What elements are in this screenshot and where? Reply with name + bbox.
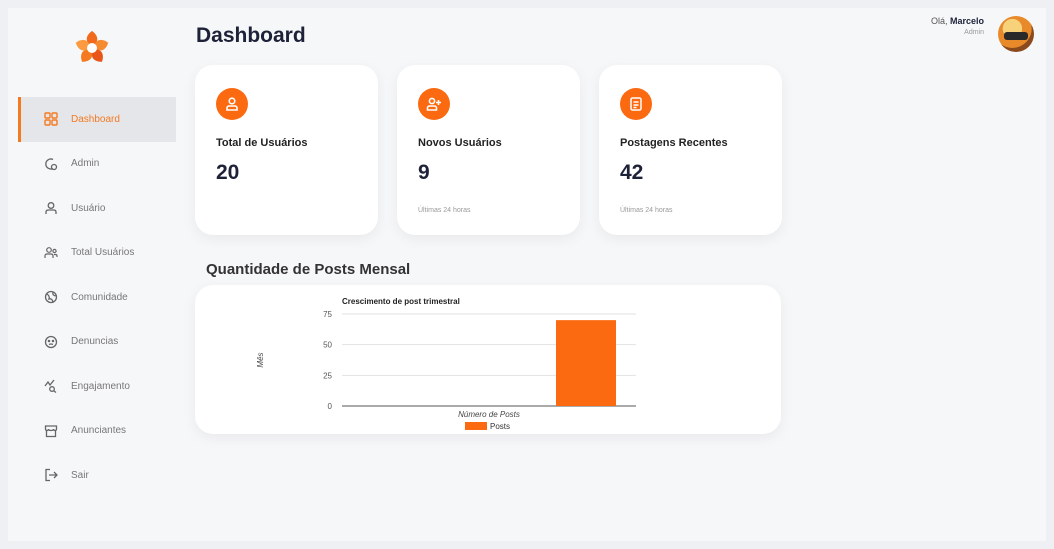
y-tick-label: 25: [323, 371, 332, 380]
user-icon: [216, 88, 248, 120]
section-title: Quantidade de Posts Mensal: [206, 261, 411, 278]
sidebar-nav: Dashboard Admin Usuário Total Usuários C…: [18, 97, 176, 498]
store-icon: [44, 424, 58, 438]
post-icon: [620, 88, 652, 120]
chart-bar: [556, 320, 616, 406]
user-add-icon: [418, 88, 450, 120]
sidebar-item-label: Dashboard: [71, 113, 120, 125]
sidebar-item-label: Admin: [71, 158, 100, 170]
sidebar-item-label: Sair: [71, 469, 89, 481]
card-title: Total de Usuários: [216, 137, 308, 149]
user-role: Admin: [964, 29, 984, 36]
user-profile[interactable]: Olá, Marcelo Admin: [931, 16, 1034, 52]
card-value: 20: [216, 161, 240, 184]
sidebar-item-label: Comunidade: [71, 291, 128, 303]
sidebar-item-denuncias[interactable]: Denuncias: [18, 320, 176, 365]
posts-chart: Crescimento de post trimestral 75 50 25 0 Mês…: [256, 297, 636, 431]
sidebar: Dashboard Admin Usuário Total Usuários C…: [8, 8, 176, 541]
y-tick-label: 75: [323, 310, 332, 319]
admin-icon: [44, 157, 58, 171]
user-greeting: Olá,: [930, 16, 948, 26]
y-tick-label: 0: [328, 402, 333, 411]
sidebar-item-label: Anunciantes: [71, 425, 127, 437]
sidebar-item-comunidade[interactable]: Comunidade: [18, 275, 176, 320]
stat-card-postagens-recentes: Postagens Recentes 42 Últimas 24 horas: [599, 65, 782, 235]
card-title: Postagens Recentes: [620, 137, 728, 149]
posts-chart-card: Crescimento de post trimestral 75 50 25 0 Mês…: [195, 285, 781, 434]
user-name: Marcelo: [949, 16, 984, 26]
logout-icon: [44, 468, 58, 482]
stat-card-novos-usuarios: Novos Usuários 9 Últimas 24 horas: [397, 65, 580, 235]
sidebar-item-usuario[interactable]: Usuário: [18, 186, 176, 231]
page-title: Dashboard: [196, 24, 306, 47]
sidebar-item-admin[interactable]: Admin: [18, 142, 176, 187]
card-value: 9: [418, 161, 430, 184]
app-frame: Dashboard Admin Usuário Total Usuários C…: [8, 8, 1046, 541]
face-icon: [44, 335, 58, 349]
users-icon: [44, 246, 58, 260]
legend-swatch: [465, 422, 487, 430]
trend-icon: [44, 379, 58, 394]
sidebar-item-sair[interactable]: Sair: [18, 453, 176, 498]
sidebar-item-engajamento[interactable]: Engajamento: [18, 364, 176, 409]
grid-icon: [44, 112, 58, 126]
card-title: Novos Usuários: [418, 137, 502, 149]
y-tick-label: 50: [323, 341, 332, 350]
legend-label: Posts: [490, 422, 510, 431]
x-axis-label: Número de Posts: [458, 410, 520, 419]
user-icon: [44, 201, 58, 215]
card-subtitle: Últimas 24 horas: [620, 207, 673, 214]
sidebar-item-label: Total Usuários: [71, 247, 135, 259]
sidebar-item-label: Usuário: [71, 202, 106, 214]
sidebar-item-total-usuarios[interactable]: Total Usuários: [18, 231, 176, 276]
y-axis-label: Mês: [256, 352, 265, 367]
card-subtitle: Últimas 24 horas: [418, 207, 471, 214]
sidebar-item-label: Engajamento: [71, 380, 130, 392]
globe-icon: [44, 290, 58, 304]
stat-card-total-usuarios: Total de Usuários 20: [195, 65, 378, 235]
user-info: Olá, Marcelo Admin: [931, 16, 984, 38]
chart-title: Crescimento de post trimestral: [342, 297, 460, 306]
sidebar-item-dashboard[interactable]: Dashboard: [18, 97, 176, 142]
card-value: 42: [620, 161, 644, 184]
sidebar-item-label: Denuncias: [71, 336, 119, 348]
brand-logo[interactable]: [70, 26, 114, 70]
avatar[interactable]: [998, 16, 1034, 52]
sidebar-item-anunciantes[interactable]: Anunciantes: [18, 409, 176, 454]
